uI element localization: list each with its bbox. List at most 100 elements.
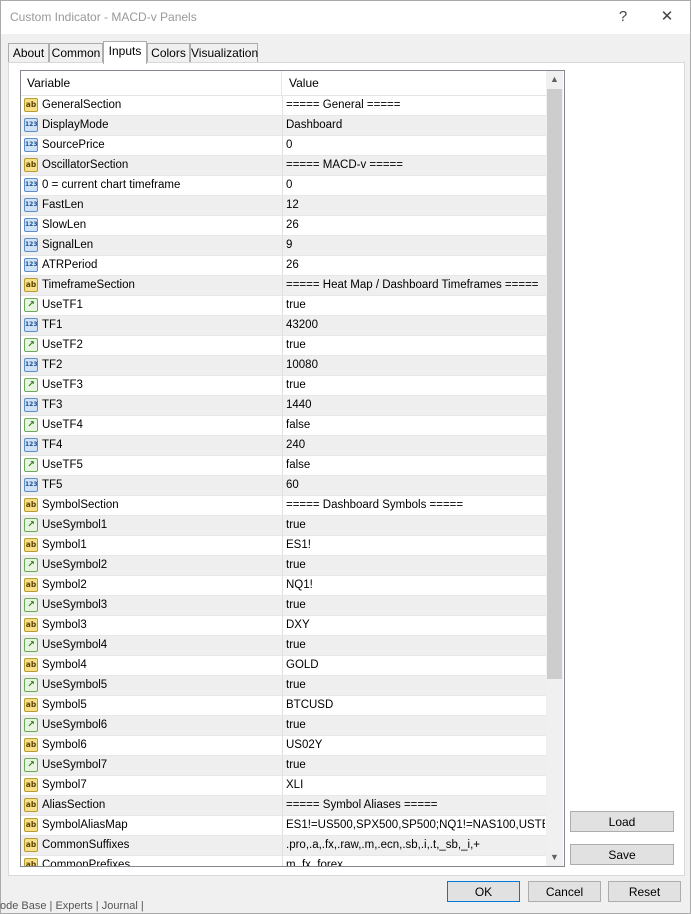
variable-name: UseSymbol4 bbox=[42, 639, 108, 651]
value-cell[interactable]: ES1! bbox=[283, 536, 545, 555]
tab-colors[interactable]: Colors bbox=[147, 43, 190, 63]
cancel-button[interactable]: Cancel bbox=[528, 881, 601, 902]
table-row[interactable]: 123 ATRPeriod 26 bbox=[21, 256, 546, 276]
load-button[interactable]: Load bbox=[570, 811, 674, 832]
table-row[interactable]: 123 SignalLen 9 bbox=[21, 236, 546, 256]
table-row[interactable]: ab Symbol7 XLI bbox=[21, 776, 546, 796]
tab-visualization[interactable]: Visualization bbox=[190, 43, 258, 63]
value-cell[interactable]: 0 bbox=[283, 176, 545, 195]
table-row[interactable]: ab TimeframeSection ===== Heat Map / Dashb… bbox=[21, 276, 546, 296]
value-cell[interactable]: 60 bbox=[283, 476, 545, 495]
scroll-up-arrow-icon[interactable]: ▲ bbox=[546, 71, 563, 88]
table-row[interactable]: ab Symbol6 US02Y bbox=[21, 736, 546, 756]
vertical-scrollbar[interactable]: ▲ ▼ bbox=[546, 71, 563, 866]
value-cell[interactable]: true bbox=[283, 516, 545, 535]
value-cell[interactable]: US02Y bbox=[283, 736, 545, 755]
value-cell[interactable]: 10080 bbox=[283, 356, 545, 375]
table-row[interactable]: ab SymbolAliasMap ES1!=US500,SPX500,SP500;… bbox=[21, 816, 546, 836]
table-row[interactable]: ↗ UseTF1 true bbox=[21, 296, 546, 316]
table-row[interactable]: ↗ UseSymbol4 true bbox=[21, 636, 546, 656]
table-row[interactable]: 123 TF1 43200 bbox=[21, 316, 546, 336]
table-row[interactable]: ab Symbol5 BTCUSD bbox=[21, 696, 546, 716]
save-button[interactable]: Save bbox=[570, 844, 674, 865]
table-row[interactable]: ↗ UseSymbol7 true bbox=[21, 756, 546, 776]
table-row[interactable]: ab Symbol3 DXY bbox=[21, 616, 546, 636]
scrollbar-thumb[interactable] bbox=[547, 89, 562, 679]
value-cell[interactable]: true bbox=[283, 596, 545, 615]
help-button[interactable]: ? bbox=[611, 7, 635, 27]
scroll-down-arrow-icon[interactable]: ▼ bbox=[546, 849, 563, 866]
table-row[interactable]: ab CommonPrefixes m.,fx.,forex. bbox=[21, 856, 546, 866]
value-cell[interactable]: true bbox=[283, 296, 545, 315]
header-variable[interactable]: Variable bbox=[21, 71, 282, 95]
table-row[interactable]: ab AliasSection ===== Symbol Aliases ===== bbox=[21, 796, 546, 816]
table-row[interactable]: 123 FastLen 12 bbox=[21, 196, 546, 216]
value-cell[interactable]: ===== Heat Map / Dashboard Timeframes ==… bbox=[283, 276, 545, 295]
table-row[interactable]: ab Symbol1 ES1! bbox=[21, 536, 546, 556]
table-row[interactable]: 123 DisplayMode Dashboard bbox=[21, 116, 546, 136]
value-cell[interactable]: ES1!=US500,SPX500,SP500;NQ1!=NAS100,USTE… bbox=[283, 816, 545, 835]
table-row[interactable]: ab GeneralSection ===== General ===== bbox=[21, 96, 546, 116]
value-cell[interactable]: XLI bbox=[283, 776, 545, 795]
value-cell[interactable]: ===== MACD-v ===== bbox=[283, 156, 545, 175]
value-cell[interactable]: Dashboard bbox=[283, 116, 545, 135]
value-cell[interactable]: true bbox=[283, 636, 545, 655]
table-row[interactable]: 123 SlowLen 26 bbox=[21, 216, 546, 236]
table-row[interactable]: ↗ UseTF2 true bbox=[21, 336, 546, 356]
value-cell[interactable]: true bbox=[283, 756, 545, 775]
value-cell[interactable]: 26 bbox=[283, 256, 545, 275]
table-row[interactable]: 123 0 = current chart timeframe 0 bbox=[21, 176, 546, 196]
value-cell[interactable]: 9 bbox=[283, 236, 545, 255]
header-value[interactable]: Value bbox=[283, 71, 545, 95]
table-row[interactable]: ↗ UseSymbol3 true bbox=[21, 596, 546, 616]
value-cell[interactable]: NQ1! bbox=[283, 576, 545, 595]
value-cell[interactable]: 240 bbox=[283, 436, 545, 455]
reset-button[interactable]: Reset bbox=[608, 881, 681, 902]
value-cell[interactable]: DXY bbox=[283, 616, 545, 635]
table-row[interactable]: ↗ UseSymbol5 true bbox=[21, 676, 546, 696]
table-row[interactable]: ab OscillatorSection ===== MACD-v ===== bbox=[21, 156, 546, 176]
table-row[interactable]: ab Symbol4 GOLD bbox=[21, 656, 546, 676]
value-cell[interactable]: true bbox=[283, 716, 545, 735]
table-row[interactable]: ↗ UseSymbol2 true bbox=[21, 556, 546, 576]
variable-cell: ↗ UseSymbol1 bbox=[21, 516, 283, 535]
tab-common[interactable]: Common bbox=[49, 43, 103, 63]
value-cell[interactable]: .pro,.a,.fx,.raw,.m,.ecn,.sb,.i,.t,_sb,_… bbox=[283, 836, 545, 855]
value-cell[interactable]: 43200 bbox=[283, 316, 545, 335]
table-row[interactable]: ab Symbol2 NQ1! bbox=[21, 576, 546, 596]
value-cell[interactable]: true bbox=[283, 676, 545, 695]
table-row[interactable]: ↗ UseSymbol1 true bbox=[21, 516, 546, 536]
table-row[interactable]: ↗ UseSymbol6 true bbox=[21, 716, 546, 736]
value-cell[interactable]: true bbox=[283, 556, 545, 575]
value-cell[interactable]: m.,fx.,forex. bbox=[283, 856, 545, 866]
table-row[interactable]: 123 TF4 240 bbox=[21, 436, 546, 456]
value-cell[interactable]: ===== Symbol Aliases ===== bbox=[283, 796, 545, 815]
value-cell[interactable]: BTCUSD bbox=[283, 696, 545, 715]
value-cell[interactable]: true bbox=[283, 336, 545, 355]
table-row[interactable]: 123 TF5 60 bbox=[21, 476, 546, 496]
table-row[interactable]: ↗ UseTF3 true bbox=[21, 376, 546, 396]
table-row[interactable]: ↗ UseTF4 false bbox=[21, 416, 546, 436]
variable-name: Symbol1 bbox=[42, 539, 87, 551]
ok-button[interactable]: OK bbox=[447, 881, 520, 902]
value-cell[interactable]: ===== General ===== bbox=[283, 96, 545, 115]
value-cell[interactable]: 0 bbox=[283, 136, 545, 155]
value-cell[interactable]: false bbox=[283, 456, 545, 475]
table-row[interactable]: ab CommonSuffixes .pro,.a,.fx,.raw,.m,.ecn… bbox=[21, 836, 546, 856]
value-cell[interactable]: GOLD bbox=[283, 656, 545, 675]
value-cell[interactable]: 26 bbox=[283, 216, 545, 235]
tab-inputs[interactable]: Inputs bbox=[103, 41, 147, 64]
value-cell[interactable]: 1440 bbox=[283, 396, 545, 415]
value-cell[interactable]: false bbox=[283, 416, 545, 435]
tab-about[interactable]: About bbox=[8, 43, 49, 63]
table-row[interactable]: ↗ UseTF5 false bbox=[21, 456, 546, 476]
table-row[interactable]: 123 TF2 10080 bbox=[21, 356, 546, 376]
value-cell[interactable]: ===== Dashboard Symbols ===== bbox=[283, 496, 545, 515]
inputs-list[interactable]: Variable Value ab GeneralSection ===== Gen… bbox=[20, 70, 565, 867]
value-cell[interactable]: true bbox=[283, 376, 545, 395]
table-row[interactable]: ab SymbolSection ===== Dashboard Symbols =… bbox=[21, 496, 546, 516]
table-row[interactable]: 123 TF3 1440 bbox=[21, 396, 546, 416]
table-row[interactable]: 123 SourcePrice 0 bbox=[21, 136, 546, 156]
value-cell[interactable]: 12 bbox=[283, 196, 545, 215]
close-button[interactable]: ✕ bbox=[655, 7, 679, 27]
